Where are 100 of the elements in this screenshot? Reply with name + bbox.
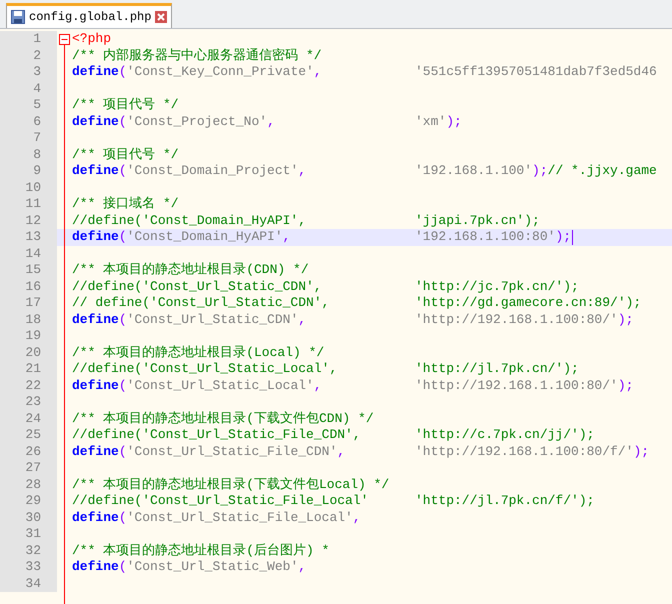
code-keyword: define xyxy=(72,163,119,178)
code-string: 'Const_Domain_HyAPI' xyxy=(126,229,283,244)
code-comment: // define('Const_Url_Static_CDN', xyxy=(72,295,330,310)
line-number: 25 xyxy=(25,427,41,442)
code-comment: /** 本项目的静态地址根目录(后台图片) * xyxy=(72,542,330,558)
code-punctuation: ( xyxy=(118,114,127,128)
code-comment: //define('Const_Domain_HyAPI', xyxy=(72,212,306,228)
code-punctuation: ( xyxy=(118,163,127,178)
php-tag: <?php xyxy=(72,31,112,46)
code-keyword: define xyxy=(72,312,119,326)
code-keyword: define xyxy=(72,444,119,458)
code-punctuation: ); xyxy=(555,229,572,246)
code-string: 'Const_Url_Static_Local' xyxy=(126,378,314,392)
line-number: 29 xyxy=(25,493,41,508)
line-number: 33 xyxy=(25,559,41,574)
line-number: 32 xyxy=(25,542,41,558)
code-punctuation: ); xyxy=(633,444,650,460)
code-comment: // *.jjxy.game xyxy=(548,163,657,180)
code-string: 'xm' xyxy=(415,114,446,130)
code-punctuation: , xyxy=(314,378,322,392)
line-number: 1 xyxy=(33,31,41,46)
code-comment: //define('Const_Url_Static_Local', xyxy=(72,361,338,376)
code-punctuation: , xyxy=(298,559,306,574)
code-punctuation: ); xyxy=(532,163,548,180)
line-number: 19 xyxy=(25,328,41,343)
line-number: 4 xyxy=(33,80,41,96)
code-punctuation: ( xyxy=(118,510,127,524)
code-keyword: define xyxy=(72,229,119,244)
code-string: 'Const_Domain_Project' xyxy=(126,163,298,178)
code-keyword: define xyxy=(72,378,119,392)
save-icon xyxy=(11,10,25,24)
code-comment: /** 本项目的静态地址根目录(下载文件包Local) */ xyxy=(72,476,390,492)
code-punctuation: , xyxy=(298,163,306,178)
code-keyword: define xyxy=(72,114,119,128)
code-keyword: define xyxy=(72,64,119,79)
code-comment: /** 接口域名 */ xyxy=(72,196,179,211)
line-number: 18 xyxy=(25,312,41,326)
code-comment: /** 本项目的静态地址根目录(CDN) */ xyxy=(72,262,309,277)
text-cursor xyxy=(572,230,574,245)
code-punctuation: , xyxy=(314,64,322,79)
line-number: 24 xyxy=(25,410,41,426)
code-comment: /** 本项目的静态地址根目录(Local) */ xyxy=(72,344,324,360)
code-string: 'http://192.168.1.100:80/' xyxy=(415,378,618,394)
line-number: 2 xyxy=(33,48,41,62)
code-punctuation: ( xyxy=(118,378,127,392)
code-keyword: define xyxy=(72,510,119,524)
code-comment: /** 项目代号 */ xyxy=(72,97,179,112)
line-number: 20 xyxy=(25,344,41,360)
line-number: 8 xyxy=(33,146,41,162)
code-string: 'http://192.168.1.100:80/' xyxy=(415,312,618,328)
line-number: 16 xyxy=(25,278,41,294)
line-number: 31 xyxy=(25,526,41,541)
line-number: 27 xyxy=(25,460,41,475)
code-string: 'Const_Project_No' xyxy=(126,114,268,128)
code-comment: //define('Const_Url_Static_CDN', xyxy=(72,278,322,294)
file-tab[interactable]: config.global.php xyxy=(6,3,172,28)
code-comment: /** 项目代号 */ xyxy=(72,146,179,162)
line-number: 21 xyxy=(25,361,41,376)
line-number: 10 xyxy=(25,180,41,194)
code-punctuation: ( xyxy=(118,229,127,244)
code-comment: 'http://jc.7pk.cn/'); xyxy=(415,278,579,295)
code-punctuation: ( xyxy=(118,64,127,79)
code-keyword: define xyxy=(72,559,119,574)
line-number: 13 xyxy=(25,229,41,244)
line-number: 28 xyxy=(25,476,41,492)
line-number: 15 xyxy=(25,262,41,277)
code-comment: 'http://jl.7pk.cn/'); xyxy=(415,361,579,378)
line-number: 34 xyxy=(25,576,41,590)
line-number: 12 xyxy=(25,212,41,228)
code-comment: 'http://jl.7pk.cn/f/'); xyxy=(415,493,594,510)
code-comment: 'http://c.7pk.cn/jj/'); xyxy=(415,427,594,444)
code-punctuation: , xyxy=(337,444,346,458)
code-punctuation: ( xyxy=(118,312,127,326)
line-number: 6 xyxy=(33,114,41,128)
fold-toggle-icon[interactable] xyxy=(59,34,70,45)
line-number: 11 xyxy=(25,196,41,211)
code-string: '192.168.1.100' xyxy=(415,163,532,180)
tab-title: config.global.php xyxy=(29,9,152,26)
code-comment: //define('Const_Url_Static_File_CDN', xyxy=(72,427,361,442)
line-number: 22 xyxy=(25,378,41,392)
code-string: 'Const_Url_Static_File_CDN' xyxy=(126,444,338,458)
code-comment: //define('Const_Url_Static_File_Local' xyxy=(72,493,368,508)
close-icon[interactable] xyxy=(155,11,168,23)
line-number: 23 xyxy=(25,394,41,409)
code-punctuation: ( xyxy=(118,559,127,574)
code-string: '192.168.1.100:80' xyxy=(415,229,556,246)
code-string: '551c5ff13957051481dab7f3ed5d46 xyxy=(415,64,657,80)
line-number: 9 xyxy=(33,163,41,178)
line-number: 26 xyxy=(25,444,41,458)
code-comment: /** 内部服务器与中心服务器通信密码 */ xyxy=(72,48,322,62)
code-punctuation: , xyxy=(352,510,361,524)
code-string: 'Const_Url_Static_Web' xyxy=(126,559,298,574)
code-punctuation: , xyxy=(282,229,290,244)
code-comment: /** 本项目的静态地址根目录(下载文件包CDN) */ xyxy=(72,410,374,426)
line-number: 7 xyxy=(33,130,41,145)
code-punctuation: ( xyxy=(118,444,127,458)
code-string: 'http://192.168.1.100:80/f/' xyxy=(415,444,634,460)
line-number: 3 xyxy=(33,64,41,79)
code-punctuation: , xyxy=(267,114,275,128)
line-number: 14 xyxy=(25,246,41,260)
